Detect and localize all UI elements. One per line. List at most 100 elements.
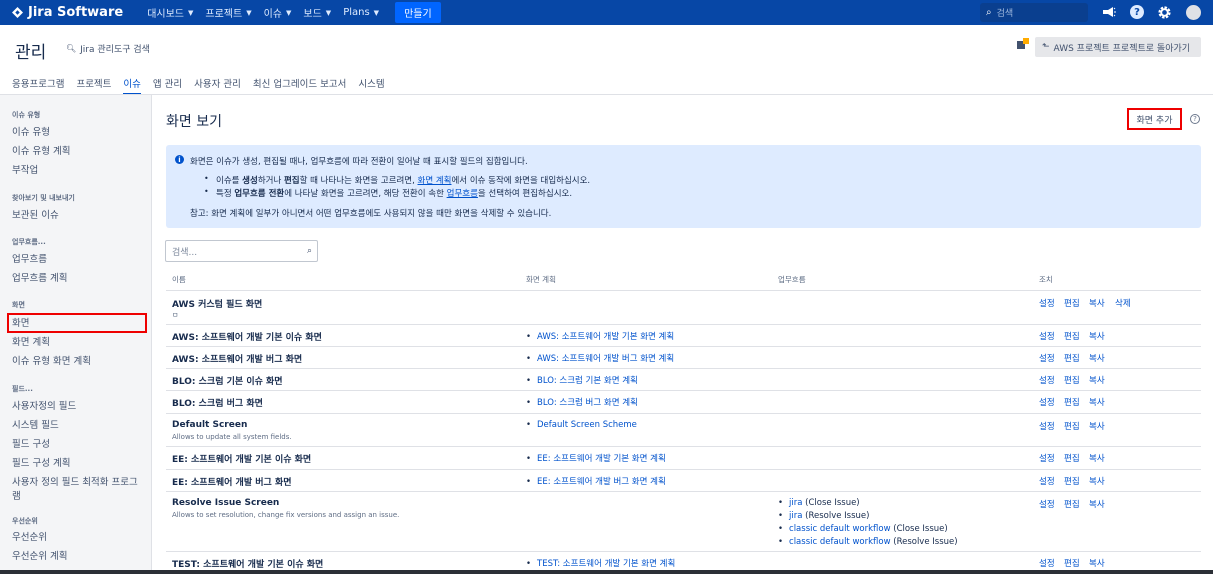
profile-button[interactable] [1185, 4, 1201, 20]
screen-name: BLO: 스크럼 기본 이슈 화면 [172, 377, 283, 387]
copy-link[interactable]: 복사 [1089, 352, 1105, 364]
nav-boards[interactable]: 보드 ▼ [303, 5, 331, 21]
sidebar-item-workflow-schemes[interactable]: 업무흐름 계획 [12, 270, 67, 284]
sidebar-item-issue-type-schemes[interactable]: 이슈 유형 계획 [12, 143, 70, 157]
screen-schemes-link[interactable]: 화면 계획 [418, 176, 452, 186]
edit-link[interactable]: 편집 [1064, 498, 1080, 510]
notification-icon[interactable] [1016, 37, 1030, 51]
workflow-transition: (Close Issue) [890, 524, 948, 534]
sidebar-item-subtasks[interactable]: 부작업 [12, 162, 38, 176]
sidebar-item-custom-fields[interactable]: 사용자정의 필드 [12, 398, 76, 412]
sidebar-item-system-fields[interactable]: 시스템 필드 [12, 417, 59, 431]
configure-link[interactable]: 설정 [1039, 352, 1055, 364]
back-to-project-label: AWS 프로젝트 프로젝트로 돌아가기 [1053, 43, 1191, 54]
edit-link[interactable]: 편집 [1064, 297, 1080, 309]
copy-link[interactable]: 복사 [1089, 374, 1105, 386]
edit-link[interactable]: 편집 [1064, 374, 1080, 386]
screen-scheme-link[interactable]: EE: 소프트웨어 개발 기본 화면 계획 [526, 452, 666, 464]
copy-link[interactable]: 복사 [1089, 557, 1105, 569]
workflow-link[interactable]: jira [789, 498, 802, 508]
megaphone-icon[interactable] [1101, 4, 1117, 20]
workflows-link[interactable]: 업무흐름 [447, 189, 478, 199]
screen-description: Allows to update all system fields. [172, 433, 292, 441]
nav-dashboards[interactable]: 대시보드 ▼ [147, 5, 194, 21]
workflow-link[interactable]: jira [789, 511, 802, 521]
edit-link[interactable]: 편집 [1064, 352, 1080, 364]
sidebar-item-custom-field-optimizer[interactable]: 사용자 정의 필드 최적화 프로그 램 [12, 474, 138, 502]
tab-applications[interactable]: 응용프로그램 [12, 76, 64, 95]
configure-link[interactable]: 설정 [1039, 396, 1055, 408]
help-button[interactable]: ? [1129, 4, 1145, 20]
sidebar-item-field-configurations[interactable]: 필드 구성 [12, 436, 50, 450]
back-to-project-button[interactable]: ⬑ AWS 프로젝트 프로젝트로 돌아가기 [1035, 37, 1201, 57]
screen-scheme-link[interactable]: BLO: 스크럼 기본 화면 계획 [526, 374, 638, 386]
workflow-link[interactable]: classic default workflow [789, 524, 891, 534]
admin-tabs: 응용프로그램 프로젝트 이슈 앱 관리 사용자 관리 최신 업그레이드 보고서 … [12, 76, 397, 95]
screen-scheme-link[interactable]: AWS: 소프트웨어 개발 버그 화면 계획 [526, 352, 674, 364]
configure-link[interactable]: 설정 [1039, 297, 1055, 309]
copy-link[interactable]: 복사 [1089, 452, 1105, 464]
tab-projects[interactable]: 프로젝트 [76, 76, 111, 95]
sidebar-item-screen-schemes[interactable]: 화면 계획 [12, 334, 50, 348]
workflow-link[interactable]: classic default workflow [789, 537, 891, 547]
edit-link[interactable]: 편집 [1064, 475, 1080, 487]
help-icon[interactable]: ? [1190, 114, 1200, 124]
tab-manage-apps[interactable]: 앱 관리 [153, 76, 182, 95]
tab-issues[interactable]: 이슈 [123, 76, 141, 95]
copy-link[interactable]: 복사 [1089, 420, 1105, 432]
sidebar-item-priority-schemes[interactable]: 우선순위 계획 [12, 548, 67, 562]
filter-input[interactable]: 검색... ⌕ [165, 240, 318, 262]
configure-link[interactable]: 설정 [1039, 557, 1055, 569]
screen-name: EE: 소프트웨어 개발 기본 이슈 화면 [172, 455, 312, 465]
jira-logo[interactable]: Jira Software [12, 5, 123, 20]
edit-link[interactable]: 편집 [1064, 420, 1080, 432]
configure-link[interactable]: 설정 [1039, 452, 1055, 464]
configure-link[interactable]: 설정 [1039, 420, 1055, 432]
screen-scheme-link[interactable]: EE: 소프트웨어 개발 버그 화면 계획 [526, 475, 666, 487]
admin-search-link[interactable]: 🔍︎ Jira 관리도구 검색 [66, 42, 150, 55]
screen-scheme-link[interactable]: TEST: 소프트웨어 개발 기본 화면 계획 [526, 557, 675, 569]
tab-system[interactable]: 시스템 [358, 76, 384, 95]
nav-projects[interactable]: 프로젝트 ▼ [205, 5, 251, 21]
edit-link[interactable]: 편집 [1064, 396, 1080, 408]
admin-search-label: Jira 관리도구 검색 [80, 45, 150, 55]
screen-name: AWS: 소프트웨어 개발 버그 화면 [172, 355, 303, 365]
sidebar-item-saved-issues[interactable]: 보관된 이슈 [12, 207, 59, 221]
chevron-down-icon: ▼ [188, 8, 194, 17]
copy-link[interactable]: 복사 [1089, 396, 1105, 408]
add-screen-button[interactable]: 화면 추가 [1127, 108, 1182, 130]
nav-plans[interactable]: Plans ▼ [343, 7, 379, 18]
info-text: 을 선택하여 편집하십시오. [477, 189, 573, 199]
screen-scheme-link[interactable]: Default Screen Scheme [526, 420, 637, 430]
configure-link[interactable]: 설정 [1039, 374, 1055, 386]
sidebar-item-field-configuration-schemes[interactable]: 필드 구성 계획 [12, 455, 70, 469]
edit-link[interactable]: 편집 [1064, 557, 1080, 569]
tab-upgrade-report[interactable]: 최신 업그레이드 보고서 [253, 76, 346, 95]
edit-link[interactable]: 편집 [1064, 452, 1080, 464]
nav-issues[interactable]: 이슈 ▼ [264, 5, 292, 21]
info-message: i 화면은 이슈가 생성, 편집될 때나, 업무흐름에 따라 전환이 일어날 때… [166, 145, 1201, 228]
edit-link[interactable]: 편집 [1064, 330, 1080, 342]
sidebar-heading-issue-types: 이슈 유형 [12, 111, 41, 119]
create-button[interactable]: 만들기 [395, 2, 441, 23]
settings-button[interactable] [1156, 4, 1172, 20]
configure-link[interactable]: 설정 [1039, 498, 1055, 510]
sidebar-item-issue-type-screen-schemes[interactable]: 이슈 유형 화면 계획 [12, 353, 91, 367]
screen-name: Default Screen [172, 420, 248, 430]
sidebar-item-issue-types[interactable]: 이슈 유형 [12, 124, 50, 138]
sidebar-item-custom-field-optimizer-line1: 사용자 정의 필드 최적화 프로그 [12, 477, 138, 488]
configure-link[interactable]: 설정 [1039, 330, 1055, 342]
sidebar-item-workflows[interactable]: 업무흐름 [12, 251, 47, 265]
screen-scheme-link[interactable]: AWS: 소프트웨어 개발 기본 화면 계획 [526, 330, 674, 342]
configure-link[interactable]: 설정 [1039, 475, 1055, 487]
copy-link[interactable]: 복사 [1089, 475, 1105, 487]
global-search-input[interactable]: ⌕ 검색 [980, 3, 1088, 22]
copy-link[interactable]: 복사 [1089, 498, 1105, 510]
copy-link[interactable]: 복사 [1089, 330, 1105, 342]
global-search-placeholder: 검색 [996, 9, 1014, 19]
delete-link[interactable]: 삭제 [1115, 297, 1131, 309]
screen-scheme-link[interactable]: BLO: 스크럼 버그 화면 계획 [526, 396, 638, 408]
tab-user-management[interactable]: 사용자 관리 [194, 76, 241, 95]
sidebar-item-priorities[interactable]: 우선순위 [12, 529, 47, 543]
copy-link[interactable]: 복사 [1089, 297, 1105, 309]
